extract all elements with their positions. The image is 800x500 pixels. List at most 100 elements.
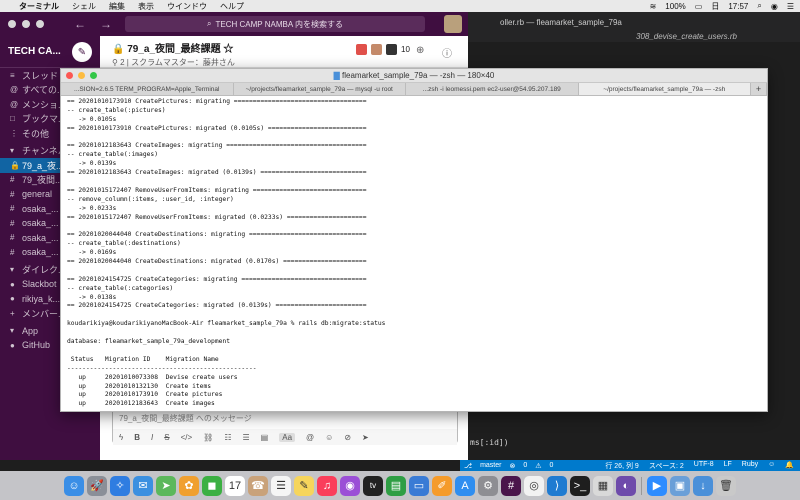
clock-day[interactable]: 日 bbox=[711, 1, 719, 12]
menu-window[interactable]: ウインドウ bbox=[167, 1, 207, 12]
slack-close-button[interactable] bbox=[8, 20, 16, 28]
info-icon[interactable]: ⓘ bbox=[442, 45, 452, 60]
battery-percent[interactable]: 100% bbox=[665, 2, 685, 11]
menu-help[interactable]: ヘルプ bbox=[220, 1, 244, 12]
error-icon[interactable]: ⊗ bbox=[509, 462, 515, 470]
slack-search-bar[interactable]: ⌕ TECH CAMP NAMBA 内を検索する bbox=[125, 16, 425, 32]
vscode-tab-migration[interactable]: 308_devise_create_users.rb bbox=[636, 32, 737, 41]
channel-member-count-small[interactable]: 2 bbox=[120, 58, 124, 67]
preview-icon[interactable]: ▣ bbox=[670, 475, 690, 496]
mail-icon[interactable]: ✉ bbox=[133, 475, 153, 496]
system-preferences-icon[interactable]: ⚙ bbox=[478, 475, 498, 496]
calendar-icon[interactable]: 17 bbox=[225, 475, 245, 496]
bulleted-list-icon[interactable]: ☰ bbox=[243, 433, 250, 442]
vscode-icon[interactable]: ⟩ bbox=[547, 475, 567, 496]
bell-icon[interactable]: 🔔 bbox=[785, 461, 794, 471]
status-eol[interactable]: LF bbox=[724, 461, 732, 471]
maps-icon[interactable]: ➤ bbox=[156, 475, 176, 496]
notes-icon[interactable]: ✎ bbox=[294, 475, 314, 496]
terminal-output[interactable]: == 20201010173910 CreatePictures: migrat… bbox=[61, 96, 767, 409]
status-errors[interactable]: 0 bbox=[523, 462, 527, 470]
pages-icon[interactable]: ✐ bbox=[432, 475, 452, 496]
folder-icon: ▇ bbox=[333, 71, 340, 80]
sequel-pro-icon[interactable]: ▦ bbox=[593, 475, 613, 496]
chrome-icon[interactable]: ◎ bbox=[524, 475, 544, 496]
terminal-tab[interactable]: ...SION=2.6.5 TERM_PROGRAM=Apple_Termina… bbox=[61, 83, 234, 95]
workspace-header[interactable]: TECH CA... ✎ bbox=[0, 36, 100, 68]
numbered-list-icon[interactable]: ☷ bbox=[224, 433, 231, 442]
star-icon[interactable]: ☆ bbox=[223, 44, 233, 55]
link-icon[interactable]: ⛓ bbox=[203, 433, 213, 442]
feedback-icon[interactable]: ☺ bbox=[768, 461, 775, 471]
finder-icon[interactable]: ☺ bbox=[64, 475, 84, 496]
sidebar-item-icon: # bbox=[10, 233, 15, 243]
reminders-icon[interactable]: ☰ bbox=[271, 475, 291, 496]
wifi-icon[interactable]: ≋ bbox=[650, 2, 657, 11]
status-language[interactable]: Ruby bbox=[742, 461, 758, 471]
clock-time[interactable]: 17:57 bbox=[728, 2, 748, 11]
terminal-tab[interactable]: ~/projects/fleamarket_sample_79a — -zsh bbox=[578, 83, 751, 95]
menu-shell[interactable]: シェル bbox=[72, 1, 96, 12]
terminal-line: == 20201010173910 CreatePictures: migrat… bbox=[67, 98, 367, 105]
github-desktop-icon[interactable]: ◐ bbox=[616, 475, 636, 496]
launchpad-icon[interactable]: 🚀 bbox=[87, 475, 107, 496]
notification-center-icon[interactable]: ☰ bbox=[787, 2, 794, 11]
terminal-tab[interactable]: ...zsh -i leomessi.pem ec2-user@54.95.20… bbox=[406, 83, 579, 95]
status-branch[interactable]: master bbox=[480, 462, 501, 470]
slack-icon[interactable]: # bbox=[501, 475, 521, 496]
app-store-icon[interactable]: A bbox=[455, 475, 475, 496]
status-warnings[interactable]: 0 bbox=[550, 462, 554, 470]
add-member-icon[interactable]: ⊕ bbox=[416, 45, 424, 56]
status-encoding[interactable]: UTF-8 bbox=[694, 461, 714, 471]
spotlight-icon[interactable]: ⌕ bbox=[757, 1, 761, 11]
channel-topic[interactable]: スクラムマスター：藤井さん bbox=[131, 58, 235, 67]
member-avatars[interactable]: 10 bbox=[356, 44, 410, 55]
back-arrow-icon[interactable]: ← bbox=[74, 17, 86, 31]
menu-edit[interactable]: 編集 bbox=[109, 1, 125, 12]
contacts-icon[interactable]: ☎ bbox=[248, 475, 268, 496]
podcasts-icon[interactable]: ◉ bbox=[340, 475, 360, 496]
search-placeholder: TECH CAMP NAMBA 内を検索する bbox=[215, 19, 343, 29]
bold-icon[interactable]: B bbox=[134, 433, 140, 442]
vscode-tab-controller[interactable]: oller.rb — fleamarket_sample_79a bbox=[500, 18, 622, 27]
downloads-icon[interactable]: ↓ bbox=[693, 475, 713, 496]
trash-icon[interactable]: 🗑 bbox=[716, 475, 736, 496]
format-toggle-button[interactable]: Aa bbox=[279, 432, 296, 442]
message-composer[interactable]: 79_a_夜間_最終課題 へのメッセージ ϟ B I S </> ⛓ ☷ ☰ ▤… bbox=[112, 408, 458, 445]
user-avatar[interactable] bbox=[444, 15, 462, 33]
send-icon[interactable]: ➤ bbox=[362, 433, 369, 442]
emoji-icon[interactable]: ☺ bbox=[325, 433, 333, 442]
code-block-icon[interactable]: ▤ bbox=[261, 433, 269, 442]
music-icon[interactable]: ♫ bbox=[317, 475, 337, 496]
menu-view[interactable]: 表示 bbox=[138, 1, 154, 12]
strikethrough-icon[interactable]: S bbox=[164, 433, 169, 442]
slack-minimize-button[interactable] bbox=[22, 20, 30, 28]
zoom-icon[interactable]: ▶ bbox=[647, 475, 667, 496]
forward-arrow-icon[interactable]: → bbox=[100, 17, 112, 31]
mention-icon[interactable]: @ bbox=[306, 433, 314, 442]
siri-icon[interactable]: ◉ bbox=[771, 2, 778, 11]
tv-icon[interactable]: tv bbox=[363, 475, 383, 496]
italic-icon[interactable]: I bbox=[151, 433, 153, 442]
shortcuts-icon[interactable]: ϟ bbox=[119, 433, 123, 442]
workspace-name[interactable]: TECH CA... bbox=[8, 46, 61, 57]
status-spaces[interactable]: スペース: 2 bbox=[649, 461, 684, 471]
slack-zoom-button[interactable] bbox=[36, 20, 44, 28]
warning-icon[interactable]: ⚠ bbox=[535, 462, 541, 470]
new-tab-button[interactable]: + bbox=[751, 83, 767, 95]
compose-icon[interactable]: ✎ bbox=[72, 42, 92, 62]
photos-icon[interactable]: ✿ bbox=[179, 475, 199, 496]
terminal-tab[interactable]: ~/projects/fleamarket_sample_79a — mysql… bbox=[234, 83, 406, 95]
sidebar-item-icon: # bbox=[10, 218, 15, 228]
git-branch-icon[interactable]: ⎇ bbox=[464, 462, 472, 470]
menu-app-name[interactable]: ターミナル bbox=[19, 1, 59, 12]
code-icon[interactable]: </> bbox=[181, 433, 193, 442]
keynote-icon[interactable]: ▭ bbox=[409, 475, 429, 496]
safari-icon[interactable]: ✧ bbox=[110, 475, 130, 496]
terminal-icon[interactable]: >_ bbox=[570, 475, 590, 496]
status-position[interactable]: 行 26, 列 9 bbox=[605, 461, 638, 471]
facetime-icon[interactable]: ◼ bbox=[202, 475, 222, 496]
terminal-line: == 20201020044040 CreateDestinations: mi… bbox=[67, 231, 367, 239]
numbers-icon[interactable]: ▤ bbox=[386, 475, 406, 496]
attach-icon[interactable]: ⊘ bbox=[344, 433, 351, 442]
